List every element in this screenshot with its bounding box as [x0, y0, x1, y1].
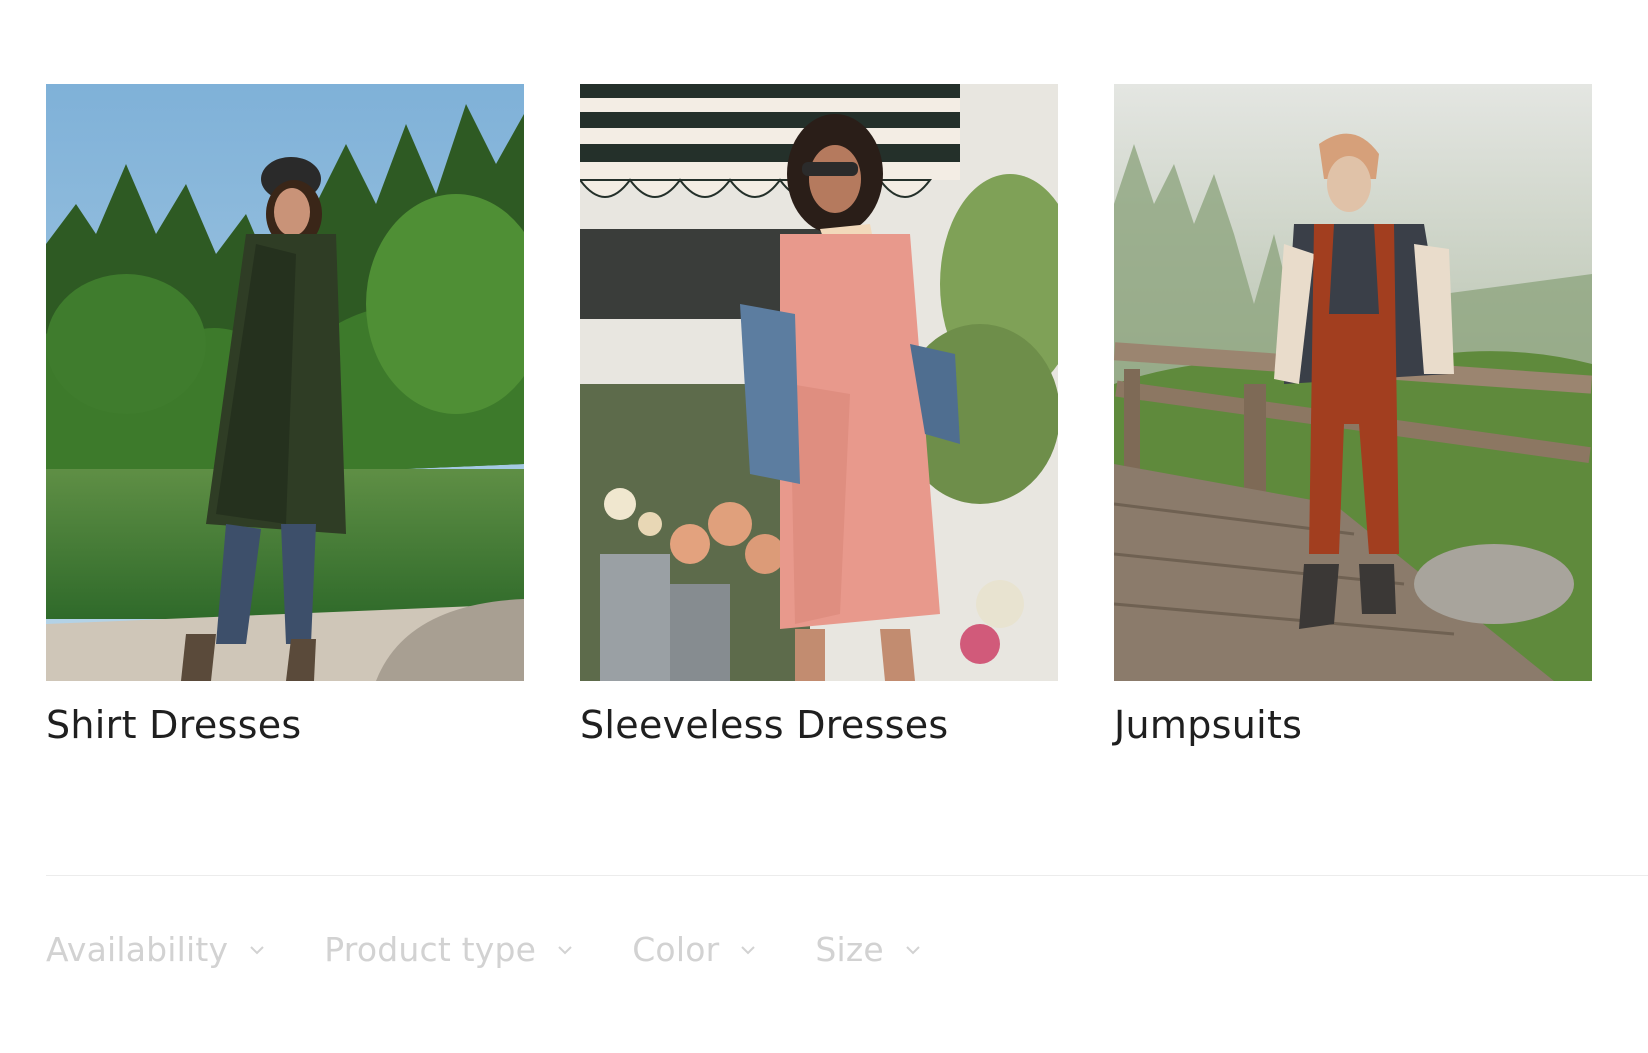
chevron-down-icon: [741, 945, 756, 954]
filter-availability[interactable]: Availability: [46, 930, 264, 969]
collection-card-shirt-dresses[interactable]: Shirt Dresses: [46, 84, 524, 749]
filter-product-type[interactable]: Product type: [324, 930, 572, 969]
collection-title-jumpsuits[interactable]: Jumpsuits: [1114, 701, 1592, 749]
collection-card-jumpsuits[interactable]: Jumpsuits: [1114, 84, 1592, 749]
filter-size[interactable]: Size: [815, 930, 920, 969]
collection-card-sleeveless-dresses[interactable]: Sleeveless Dresses: [580, 84, 1058, 749]
filter-color-label: Color: [632, 930, 720, 969]
chevron-down-icon: [250, 945, 264, 954]
filter-color[interactable]: Color: [632, 930, 756, 969]
jumpsuits-image[interactable]: [1114, 84, 1592, 681]
collection-grid: Shirt Dresses Sleeveless Dresses Jumpsui…: [46, 84, 1592, 749]
collection-title-sleeveless-dresses[interactable]: Sleeveless Dresses: [580, 701, 1058, 749]
sleeveless-dresses-image[interactable]: [580, 84, 1058, 681]
filter-availability-label: Availability: [46, 930, 229, 969]
section-divider: [46, 875, 1648, 876]
filter-product-type-label: Product type: [324, 930, 537, 969]
chevron-down-icon: [906, 945, 920, 954]
shirt-dresses-image[interactable]: [46, 84, 524, 681]
collection-title-shirt-dresses[interactable]: Shirt Dresses: [46, 701, 524, 749]
filter-size-label: Size: [815, 930, 884, 969]
chevron-down-icon: [558, 945, 572, 954]
filter-bar: Availability Product type Color Size: [46, 930, 980, 969]
